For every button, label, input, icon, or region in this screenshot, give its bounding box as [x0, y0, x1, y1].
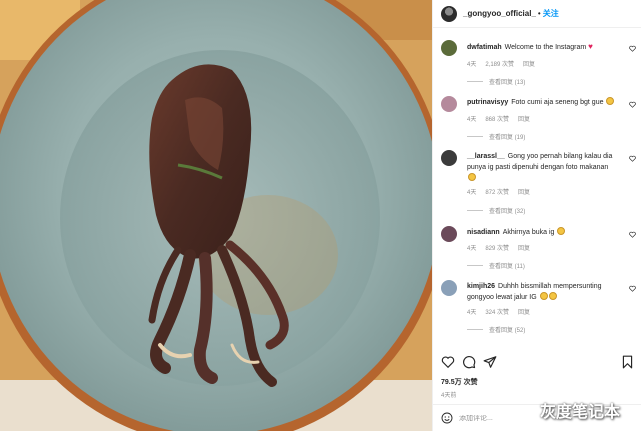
commenter-avatar[interactable] — [441, 40, 457, 56]
view-replies-label[interactable]: 查看回复 (11) — [489, 261, 525, 270]
comment-time: 4天 — [467, 62, 477, 68]
commenter-avatar[interactable] — [441, 150, 457, 166]
commenter-username[interactable]: kimjih26 — [467, 283, 495, 290]
reply-button[interactable]: 回复 — [523, 62, 535, 68]
view-replies[interactable]: 查看回复 (52) — [467, 325, 525, 334]
post-header: _gongyoo_official_ • 关注 — [433, 0, 641, 28]
comment-likes[interactable]: 829 次赞 — [485, 246, 509, 252]
comment-like-heart-icon[interactable] — [629, 231, 636, 238]
view-replies-label[interactable]: 查看回复 (32) — [489, 206, 525, 215]
replies-divider — [467, 265, 483, 266]
comment-text: dwfatimah Welcome to the Instagram ♥ — [467, 41, 617, 53]
comment-meta: 4天 868 次赞 回复 — [467, 114, 539, 123]
comment-time: 4天 — [467, 246, 477, 252]
commenter-username[interactable]: nisadiann — [467, 229, 500, 236]
comment-meta: 4天 2,189 次赞 回复 — [467, 59, 544, 68]
commenter-username[interactable]: dwfatimah — [467, 44, 502, 51]
comment-likes[interactable]: 2,189 次赞 — [485, 62, 514, 68]
replies-divider — [467, 210, 483, 211]
replies-divider — [467, 136, 483, 137]
post-actions-bar — [433, 350, 641, 374]
emoji-picker-icon[interactable] — [441, 412, 453, 424]
comment-likes[interactable]: 868 次赞 — [485, 117, 509, 123]
comment-text: kimjih26 Duhhh bissmillah mempersunting g… — [467, 281, 617, 303]
likes-count[interactable]: 79.5万 次赞 — [441, 377, 478, 387]
post-photo — [0, 0, 432, 431]
watermark-text: 灰度笔记本 — [540, 402, 621, 421]
comment-time: 4天 — [467, 117, 477, 123]
view-replies-label[interactable]: 查看回复 (19) — [489, 132, 525, 141]
author-username[interactable]: _gongyoo_official_ — [463, 9, 536, 18]
view-replies[interactable]: 查看回复 (19) — [467, 132, 525, 141]
comment-bubble-icon[interactable] — [462, 355, 476, 369]
comment-body: Akhirnya buka ig — [502, 229, 555, 236]
laugh-emoji-icon — [539, 292, 548, 300]
post-side-panel: _gongyoo_official_ • 关注 dwfatimah Welcome… — [432, 0, 641, 431]
view-replies-label[interactable]: 查看回复 (13) — [489, 77, 525, 86]
view-replies[interactable]: 查看回复 (32) — [467, 206, 525, 215]
separator-dot: • — [537, 9, 541, 18]
comment-meta: 4天 324 次赞 回复 — [467, 307, 539, 316]
view-replies[interactable]: 查看回复 (11) — [467, 261, 525, 270]
comment-like-heart-icon[interactable] — [629, 45, 636, 52]
comment-body: Foto cumi aja seneng bgt gue — [511, 99, 604, 106]
heart-outline-icon[interactable] — [441, 355, 455, 369]
bookmark-icon[interactable] — [621, 355, 634, 369]
commenter-username[interactable]: putrinavisyy — [467, 99, 508, 106]
comment-body: Welcome to the Instagram — [504, 44, 587, 51]
comment-meta: 4天 872 次赞 回复 — [467, 187, 539, 196]
comment-meta: 4天 829 次赞 回复 — [467, 243, 539, 252]
smile-emoji-icon — [557, 227, 566, 235]
author-avatar[interactable] — [441, 5, 457, 22]
squid-plate-image — [0, 0, 432, 431]
comment-time: 4天 — [467, 190, 477, 196]
commenter-avatar[interactable] — [441, 280, 457, 296]
replies-divider — [467, 329, 483, 330]
reply-button[interactable]: 回复 — [518, 117, 530, 123]
reply-button[interactable]: 回复 — [518, 190, 530, 196]
comment-like-heart-icon[interactable] — [629, 101, 636, 108]
comment-likes[interactable]: 324 次赞 — [485, 310, 509, 316]
replies-divider — [467, 81, 483, 82]
smile-emoji-icon — [468, 173, 476, 181]
laugh-emoji-icon — [548, 292, 557, 300]
commenter-avatar[interactable] — [441, 226, 457, 242]
comment-time: 4天 — [467, 310, 477, 316]
view-replies-label[interactable]: 查看回复 (52) — [489, 325, 525, 334]
reply-button[interactable]: 回复 — [518, 246, 530, 252]
comment-like-heart-icon[interactable] — [629, 155, 636, 162]
comments-list[interactable]: dwfatimah Welcome to the Instagram ♥ 4天 2,… — [433, 30, 641, 348]
post-time: 4天前 — [441, 393, 457, 399]
comment-text: __larassl__ Gong yoo pernah bilang kalau … — [467, 151, 617, 184]
commenter-username[interactable]: __larassl__ — [467, 153, 505, 160]
comment-likes[interactable]: 872 次赞 — [485, 190, 509, 196]
smile-emoji-icon — [606, 97, 615, 105]
comment-text: nisadiann Akhirnya buka ig — [467, 227, 617, 238]
comment-text: putrinavisyy Foto cumi aja seneng bgt gue — [467, 97, 617, 108]
paper-plane-icon[interactable] — [483, 355, 497, 369]
view-replies[interactable]: 查看回复 (13) — [467, 77, 525, 86]
commenter-avatar[interactable] — [441, 96, 457, 112]
follow-button[interactable]: 关注 — [543, 8, 559, 19]
heart-emoji-icon: ♥ — [588, 42, 593, 51]
reply-button[interactable]: 回复 — [518, 310, 530, 316]
comment-like-heart-icon[interactable] — [629, 285, 636, 292]
